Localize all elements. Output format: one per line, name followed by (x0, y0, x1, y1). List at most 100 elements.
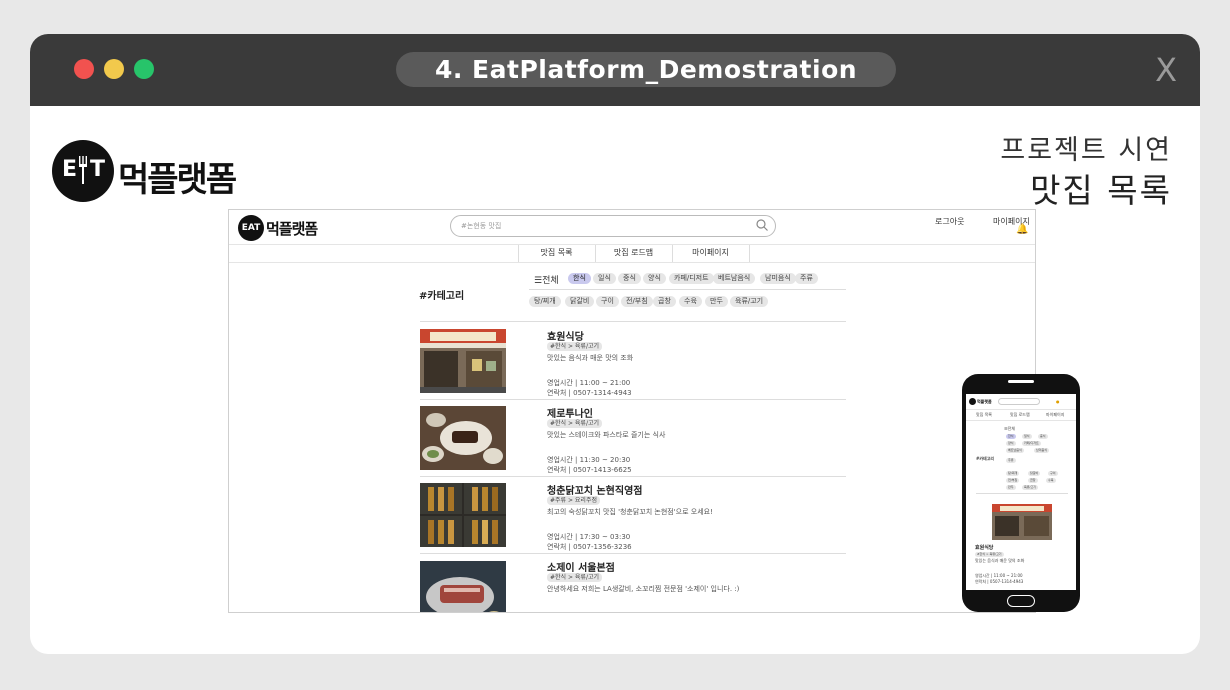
mobile-category-chip[interactable]: 남미음식 (1034, 448, 1050, 453)
logout-link[interactable]: 로그아웃 (935, 216, 964, 227)
minimize-window-dot[interactable] (104, 59, 124, 79)
list-divider (420, 321, 846, 322)
mobile-category-chip[interactable]: 육류/고기 (1022, 485, 1039, 490)
category-chip[interactable]: 일식 (593, 273, 616, 284)
mobile-category-chip[interactable]: 카페/디저트 (1022, 441, 1041, 446)
mobile-restaurant-tag: #한식 > 육류/고기 (975, 552, 1004, 557)
nav-mypage[interactable]: 마이페이지 (672, 245, 749, 261)
presentation-window: 4. EatPlatform_Demostration X E T 먹플랫폼 프… (30, 34, 1200, 654)
phone-home-button[interactable] (1007, 595, 1035, 607)
mobile-category-chip[interactable]: 한식 (1006, 434, 1016, 439)
mobile-category-chip[interactable]: 베트남음식 (1006, 448, 1024, 453)
phone-speaker (1008, 380, 1034, 383)
project-title: 맛집 목록 (1030, 171, 1172, 210)
restaurant-name[interactable]: 소제이 서울본점 (547, 559, 615, 574)
close-window-dot[interactable] (74, 59, 94, 79)
category-chip[interactable]: 양식 (643, 273, 666, 284)
desktop-logo[interactable]: EAT 먹플랫폼 (238, 215, 318, 241)
mobile-category-chip[interactable]: 탕/찌개 (1006, 471, 1020, 476)
nav-separator (749, 245, 750, 262)
category-chip[interactable]: 전/부침 (621, 296, 653, 307)
title-bar: 4. EatPlatform_Demostration X (30, 34, 1200, 106)
mobile-category-chip[interactable]: 곱창 (1028, 478, 1038, 483)
nav-roadmap[interactable]: 맛집 로드맵 (595, 245, 672, 261)
category-chip[interactable]: 닭갈비 (565, 296, 595, 307)
restaurant-phone: 연락처 | 0507-1356-3236 (547, 543, 632, 551)
mobile-nav-list[interactable]: 맛집 목록 (976, 412, 992, 418)
restaurant-photo[interactable] (420, 406, 506, 470)
mobile-category-chip[interactable]: 수육 (1046, 478, 1056, 483)
bell-icon[interactable]: 🔔 (1016, 224, 1028, 235)
restaurant-hours: 영업시간 | 17:30 ~ 03:30 (547, 533, 631, 541)
restaurant-photo[interactable] (420, 329, 506, 393)
mobile-category-all[interactable]: ☰전체 (1004, 426, 1015, 432)
search-icon[interactable] (756, 219, 768, 231)
desktop-preview: EAT 먹플랫폼 #논현동 맛집 로그아웃 마이페이지 🔔 맛집 목록 맛집 로… (228, 209, 1036, 613)
food-image (420, 406, 506, 470)
category-chip[interactable]: 곱창 (653, 296, 676, 307)
mobile-search-input[interactable] (998, 398, 1040, 405)
brand-logo: E T 먹플랫폼 (52, 140, 242, 202)
search-input[interactable]: #논현동 맛집 (450, 215, 776, 237)
mobile-category-chip[interactable]: 구이 (1048, 471, 1058, 476)
restaurant-name[interactable]: 청춘닭꼬치 논현직영점 (547, 482, 642, 497)
mobile-category-chip[interactable]: 일식 (1022, 434, 1032, 439)
logo-badge: E T (52, 140, 114, 202)
list-divider (420, 553, 846, 554)
restaurant-tag: #주류 > 요리주점 (547, 496, 600, 505)
close-button[interactable]: X (1155, 50, 1177, 90)
category-chip[interactable]: 육류/고기 (730, 296, 769, 307)
mobile-restaurant-name[interactable]: 효원식당 (975, 544, 993, 551)
restaurant-photo[interactable] (420, 561, 506, 612)
logo-wordmark: 먹플랫폼 (118, 160, 237, 200)
restaurant-photo[interactable] (420, 483, 506, 547)
mobile-restaurant-description: 맛있는 음식과 매운 맛의 조화 (975, 558, 1025, 563)
mobile-nav-roadmap[interactable]: 맛집 로드맵 (1010, 412, 1030, 418)
category-chip[interactable]: 중식 (618, 273, 641, 284)
list-divider (420, 476, 846, 477)
restaurant-description: 맛있는 스테이크와 파스타로 즐기는 식사 (547, 431, 666, 439)
restaurant-phone: 연락처 | 0507-1314-4943 (547, 389, 632, 397)
maximize-window-dot[interactable] (134, 59, 154, 79)
meat-image (420, 561, 506, 612)
desktop-logo-text: 먹플랫폼 (266, 220, 318, 238)
mobile-logo-badge (969, 398, 976, 405)
category-chip[interactable]: 베트남음식 (713, 273, 756, 284)
mobile-nav-mypage[interactable]: 마이페이지 (1046, 412, 1064, 418)
restaurant-tag: #한식 > 육류/고기 (547, 342, 603, 351)
category-chip[interactable]: 만두 (705, 296, 728, 307)
mobile-logo-text[interactable]: 먹플랫폼 (977, 399, 992, 405)
logo-letter-t: T (90, 157, 106, 182)
mobile-category-chip[interactable]: 양식 (1006, 441, 1016, 446)
restaurant-tag: #한식 > 육류/고기 (547, 419, 603, 428)
category-chip[interactable]: 카페/디저트 (669, 273, 714, 284)
category-chip[interactable]: 수육 (679, 296, 702, 307)
mobile-category-chip[interactable]: 전/부침 (1006, 478, 1020, 483)
mobile-restaurant-photo[interactable] (992, 504, 1052, 540)
mobile-bell-icon[interactable]: ● (1056, 399, 1060, 404)
nav-restaurant-list[interactable]: 맛집 목록 (518, 245, 595, 261)
category-chip[interactable]: 한식 (568, 273, 591, 284)
category-chip[interactable]: 주류 (795, 273, 818, 284)
restaurant-tag: #한식 > 육류/고기 (547, 573, 603, 582)
list-divider (420, 399, 846, 400)
category-chip[interactable]: 남미음식 (760, 273, 796, 284)
storefront-image (420, 329, 506, 393)
mobile-category-chip[interactable]: 닭갈비 (1028, 471, 1041, 476)
mobile-category-label: #카테고리 (976, 456, 995, 461)
fork-icon (79, 156, 87, 184)
restaurant-hours: 영업시간 | 11:30 ~ 20:30 (547, 456, 631, 464)
mobile-category-chip[interactable]: 중식 (1038, 434, 1048, 439)
restaurant-name[interactable]: 효원식당 (547, 328, 584, 343)
category-chip[interactable]: 탕/찌개 (529, 296, 561, 307)
category-all[interactable]: ☰전체 (534, 273, 559, 286)
phone-screen: 먹플랫폼 ● 맛집 목록 맛집 로드맵 마이페이지 ☰전체 한식 일식 중식 양… (966, 394, 1076, 590)
mobile-category-chip[interactable]: 만두 (1006, 485, 1016, 490)
mobile-divider (976, 493, 1068, 494)
restaurant-name[interactable]: 제로투나인 (547, 405, 593, 420)
mobile-preview: 먹플랫폼 ● 맛집 목록 맛집 로드맵 마이페이지 ☰전체 한식 일식 중식 양… (962, 374, 1080, 612)
restaurant-description: 맛있는 음식과 매운 맛의 조화 (547, 354, 634, 362)
restaurant-description: 최고의 숙성닭꼬치 맛집 '청춘닭꼬치 논현점'으로 오세요! (547, 508, 713, 516)
mobile-category-chip[interactable]: 주류 (1006, 458, 1016, 463)
category-chip[interactable]: 구이 (596, 296, 619, 307)
